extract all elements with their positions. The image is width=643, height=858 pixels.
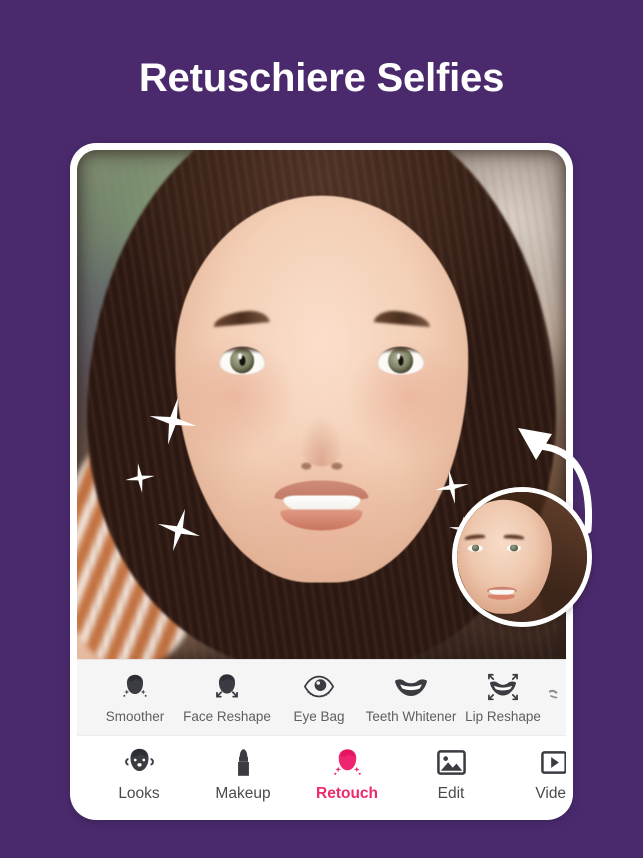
photo-lower-lip [280,509,363,531]
face-sparkle-icon [120,672,150,702]
before-preview-eye-right [506,544,522,552]
nav-label: Makeup [215,785,271,802]
photo-nose [298,412,345,467]
photo-eye-glint-left [238,353,242,360]
image-icon [436,746,467,779]
tool-smoother[interactable]: Smoother [89,672,181,724]
photo-eye-glint-right [396,353,401,360]
nav-label: Edit [437,785,465,802]
tool-face-reshape[interactable]: Face Reshape [181,672,273,724]
before-preview-iris-right [509,544,518,552]
phone-mockup: Smoother Face Reshape Eye Bag Teeth Whit… [70,143,573,820]
tool-label: Eye Bag [293,708,345,724]
before-preview-eye-left [468,544,483,552]
tool-label: Lip Reshape [465,708,541,724]
face-reshape-icon [212,672,242,702]
before-preview-iris-left [471,544,480,552]
before-preview-eyebrow-left [465,534,486,541]
looks-face-icon [123,746,156,779]
photo-lash-right [377,346,425,354]
retouch-face-icon [331,746,364,779]
photo-eye-left [218,346,266,375]
tool-label: Face Reshape [183,708,271,724]
tool-eye-bag[interactable]: Eye Bag [273,672,365,724]
before-preview-thumbnail[interactable] [452,487,592,627]
nav-label: Video [535,785,566,802]
nav-item-edit[interactable]: Edit [399,746,503,803]
photo-nostril-right [331,462,343,471]
nav-item-makeup[interactable]: Makeup [191,746,295,803]
teeth-icon [394,672,428,702]
nav-label: Retouch [316,785,378,802]
eye-icon [303,672,335,702]
tool-label: Smoother [105,708,165,724]
bottom-nav[interactable]: Looks Makeup Retouch Edit Vide [77,735,566,813]
retouch-tool-strip[interactable]: Smoother Face Reshape Eye Bag Teeth Whit… [77,659,566,735]
nav-item-looks[interactable]: Looks [87,746,191,803]
video-play-icon [540,746,566,779]
photo-nostril-left [300,462,312,471]
before-preview-mouth [486,586,518,600]
photo-eyebrow-right [373,309,431,328]
tool-teeth-whitener[interactable]: Teeth Whitener [365,672,457,724]
before-preview-lower-lip [488,595,516,600]
nav-label: Looks [118,785,160,802]
nav-item-retouch[interactable]: Retouch [295,746,399,803]
page-title: Retuschiere Selfies [138,56,505,100]
before-preview-eyebrow-right [503,534,525,541]
photo-eye-right [377,346,425,375]
photo-lash-left [218,346,266,354]
phone-screen: Smoother Face Reshape Eye Bag Teeth Whit… [77,150,566,813]
lip-reshape-icon [486,672,520,702]
cut-off-tool-icon[interactable] [548,682,566,713]
photo-mouth [274,480,369,531]
tool-lip-reshape[interactable]: Lip Reshape [457,672,549,724]
nav-item-video[interactable]: Video [503,746,566,803]
lipstick-icon [227,746,260,779]
photo-eyebrow-left [212,309,270,328]
tool-label: Teeth Whitener [365,708,457,724]
